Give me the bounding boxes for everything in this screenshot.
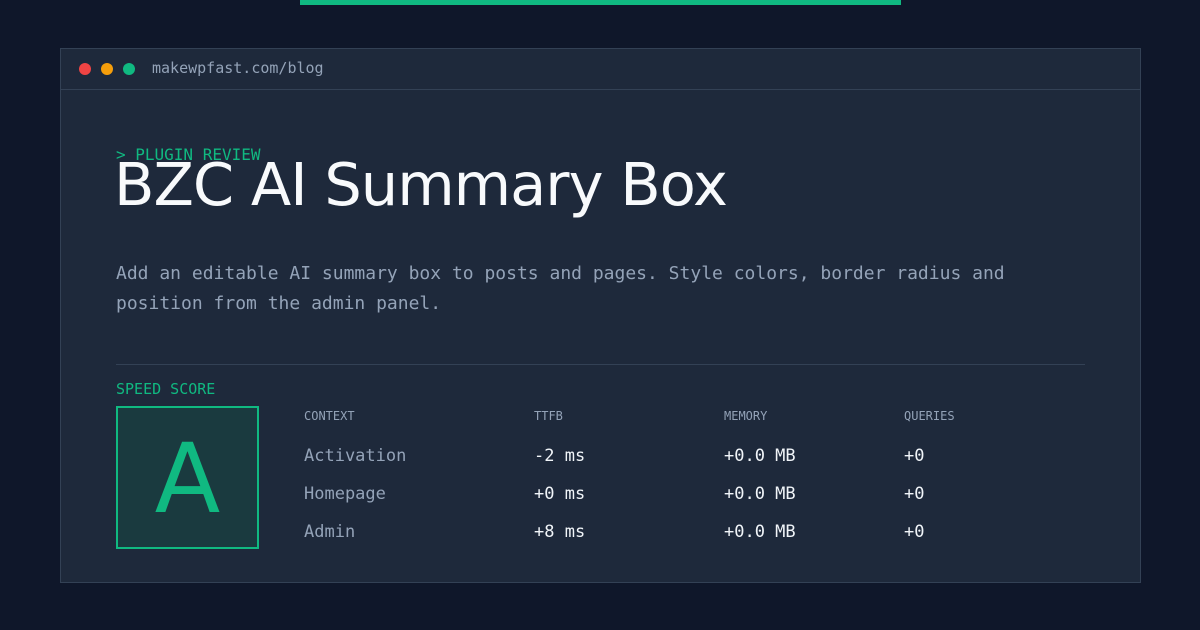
row-admin-ttfb: +8 ms (534, 522, 586, 542)
speed-grade-badge: A (116, 406, 259, 549)
section-divider (116, 364, 1085, 365)
maximize-dot-icon[interactable] (123, 63, 135, 75)
row-homepage-memory: +0.0 MB (724, 484, 796, 504)
row-homepage-ttfb: +0 ms (534, 484, 586, 504)
column-header-memory: MEMORY (724, 409, 768, 423)
minimize-dot-icon[interactable] (101, 63, 113, 75)
row-homepage-context: Homepage (304, 484, 386, 504)
row-admin-queries: +0 (904, 522, 925, 542)
row-homepage-queries: +0 (904, 484, 925, 504)
post-description: Add an editable AI summary box to posts … (116, 263, 1005, 314)
column-header-context: CONTEXT (304, 409, 355, 423)
row-admin-memory: +0.0 MB (724, 522, 796, 542)
browser-titlebar: makewpfast.com/blog (61, 49, 1140, 90)
row-activation-queries: +0 (904, 446, 925, 466)
column-header-queries: QUERIES (904, 409, 955, 423)
speed-score-label: SPEED SCORE (116, 380, 216, 398)
browser-window: makewpfast.com/blog > PLUGIN REVIEW BZC … (60, 48, 1141, 583)
close-dot-icon[interactable] (79, 63, 91, 75)
post-title: BZC AI Summary Box (114, 150, 728, 219)
row-activation-ttfb: -2 ms (534, 446, 586, 466)
top-accent-bar (300, 0, 901, 5)
address-url[interactable]: makewpfast.com/blog (152, 59, 324, 77)
row-admin-context: Admin (304, 522, 356, 542)
row-activation-context: Activation (304, 446, 407, 466)
column-header-ttfb: TTFB (534, 409, 563, 423)
speed-grade: A (154, 423, 221, 535)
row-activation-memory: +0.0 MB (724, 446, 796, 466)
